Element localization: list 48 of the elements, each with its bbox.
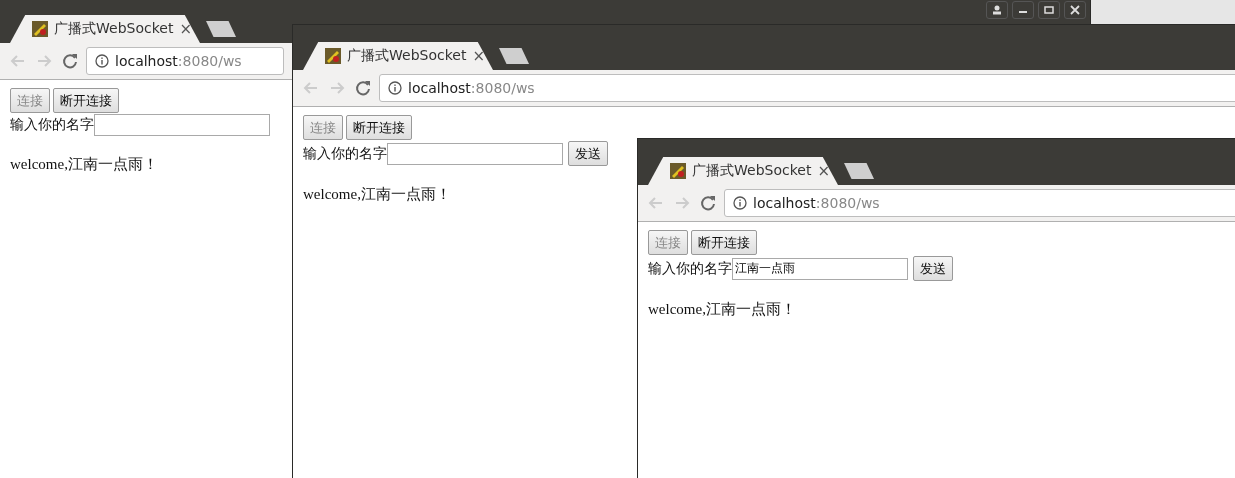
new-tab-button[interactable] (206, 21, 236, 37)
maximize-button[interactable] (1038, 1, 1060, 19)
info-icon (95, 54, 109, 68)
maximize-icon (1044, 5, 1054, 15)
tab-title: 广播式WebSocket (692, 162, 812, 180)
user-icon (992, 5, 1002, 15)
reload-icon[interactable] (698, 193, 718, 213)
reload-icon[interactable] (60, 51, 80, 71)
name-label: 输入你的名字 (10, 116, 94, 134)
name-field[interactable]: 江南一点雨 (732, 257, 908, 280)
name-field[interactable] (387, 142, 563, 165)
name-label: 输入你的名字 (648, 259, 732, 278)
address-bar[interactable]: localhost:8080/ws (379, 74, 1235, 102)
minimize-button[interactable] (1012, 1, 1034, 19)
url-text: localhost:8080/ws (753, 195, 880, 211)
info-icon (388, 81, 402, 95)
disconnect-button[interactable]: 断开连接 (53, 88, 119, 113)
url-text: localhost:8080/ws (408, 80, 535, 96)
new-tab-button[interactable] (844, 163, 874, 179)
welcome-message: welcome,江南一点雨！ (303, 185, 451, 204)
browser-tab[interactable]: 广播式WebSocket × (10, 15, 200, 43)
send-button[interactable]: 发送 (568, 141, 608, 166)
disconnect-button[interactable]: 断开连接 (346, 115, 412, 140)
send-button[interactable]: 发送 (913, 256, 953, 281)
close-button[interactable] (1064, 1, 1086, 19)
user-button[interactable] (986, 1, 1008, 19)
close-tab-button[interactable]: × (817, 162, 830, 180)
tab-title: 广播式WebSocket (54, 20, 174, 38)
url-text: localhost:8080/ws (115, 53, 242, 69)
close-tab-button[interactable]: × (472, 47, 485, 65)
address-bar[interactable]: localhost:8080/ws (86, 47, 284, 75)
welcome-message: welcome,江南一点雨！ (10, 155, 158, 174)
browser-tab[interactable]: 广播式WebSocket × (303, 42, 493, 70)
name-label: 输入你的名字 (303, 144, 387, 163)
disconnect-button[interactable]: 断开连接 (691, 230, 757, 255)
browser-tab[interactable]: 广播式WebSocket × (648, 157, 838, 185)
name-field[interactable] (94, 114, 270, 136)
reload-icon[interactable] (353, 78, 373, 98)
new-tab-button[interactable] (499, 48, 529, 64)
welcome-message: welcome,江南一点雨！ (648, 300, 796, 319)
close-icon (1070, 5, 1080, 15)
info-icon (733, 196, 747, 210)
close-tab-button[interactable]: × (179, 20, 192, 38)
tab-title: 广播式WebSocket (347, 47, 467, 65)
favicon-icon (32, 21, 48, 37)
favicon-icon (670, 163, 686, 179)
favicon-icon (325, 48, 341, 64)
address-bar[interactable]: localhost:8080/ws (724, 189, 1235, 217)
